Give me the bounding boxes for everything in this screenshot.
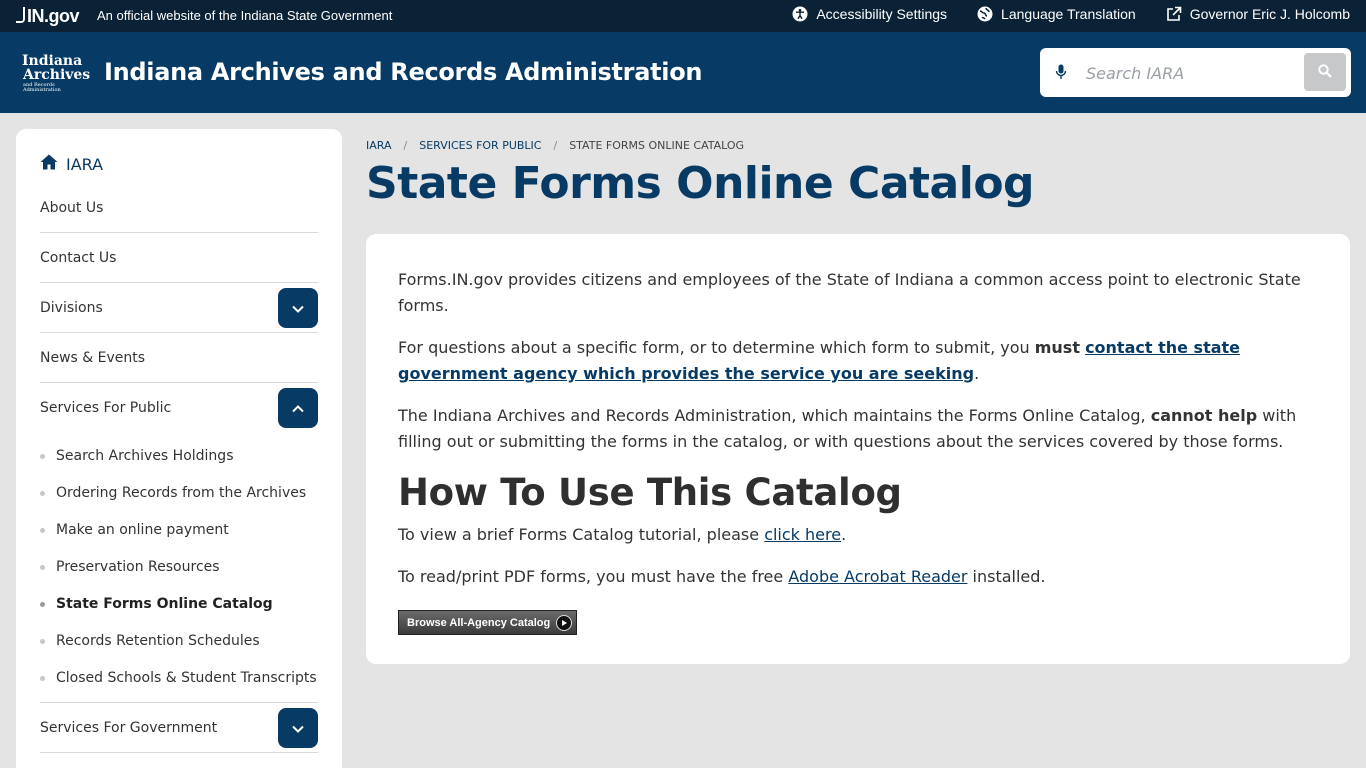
questions-paragraph: For questions about a specific form, or … <box>398 335 1318 387</box>
how-to-use-heading: How To Use This Catalog <box>398 471 902 514</box>
breadcrumb-item-services-for-public[interactable]: Services For Public <box>419 139 541 152</box>
submenu-item-preservation-resources[interactable]: Preservation Resources <box>40 548 318 585</box>
services-for-public-collapse-button[interactable] <box>278 388 318 428</box>
sidebar-item-services-for-public[interactable]: Services For Public <box>40 383 318 433</box>
questions-text: For questions about a specific form, or … <box>398 338 1035 357</box>
logo-line-1: Indiana <box>22 53 83 69</box>
sidebar-item-label: Services For Public <box>40 400 172 416</box>
disclaimer-text: The Indiana Archives and Records Adminis… <box>398 406 1151 425</box>
ingov-mark-icon <box>16 7 25 23</box>
must-emphasis: must <box>1034 338 1080 357</box>
language-translation-link[interactable]: Language Translation <box>977 6 1136 22</box>
agency-logo[interactable]: Indiana Archives and Records Administrat… <box>16 50 91 94</box>
sidebar-item-label: Divisions <box>40 299 103 316</box>
ingov-logo[interactable]: IN.gov <box>16 5 80 26</box>
governor-link[interactable]: Governor Eric J. Holcomb <box>1166 6 1350 22</box>
breadcrumb-item-current: State Forms Online Catalog <box>569 139 745 152</box>
logo-line-3: and Records Administration <box>23 82 61 93</box>
search-icon <box>1318 63 1332 81</box>
microphone-icon[interactable] <box>1055 64 1067 84</box>
sidebar-item-news-events[interactable]: News & Events <box>40 333 318 383</box>
period: . <box>841 525 847 544</box>
breadcrumb-separator: / <box>403 139 408 152</box>
sidebar-item-divisions[interactable]: Divisions <box>40 283 318 333</box>
browse-all-agency-catalog-button[interactable]: Browse All-Agency Catalog <box>398 610 578 635</box>
browse-button-label: Browse All-Agency Catalog <box>407 616 551 629</box>
services-for-public-submenu: Search Archives Holdings Ordering Record… <box>40 433 318 703</box>
divisions-expand-button[interactable] <box>278 288 318 328</box>
external-link-icon <box>1166 6 1182 22</box>
intro-paragraph: Forms.IN.gov provides citizens and emplo… <box>398 270 1301 315</box>
adobe-acrobat-reader-link[interactable]: Adobe Acrobat Reader <box>788 567 967 586</box>
play-arrow-icon <box>556 614 573 631</box>
submenu-item-closed-schools[interactable]: Closed Schools & Student Transcripts <box>40 659 318 696</box>
sidebar-item-about-us[interactable]: About Us <box>40 183 318 233</box>
breadcrumb: IARA / Services For Public / State Forms… <box>366 139 744 152</box>
submenu-item-search-archives-holdings[interactable]: Search Archives Holdings <box>40 437 318 474</box>
disclaimer-paragraph: The Indiana Archives and Records Adminis… <box>398 403 1318 455</box>
pdf-text-end: installed. <box>967 567 1046 586</box>
top-links: Accessibility Settings Language Translat… <box>792 6 1350 22</box>
accessibility-icon <box>792 6 808 22</box>
governor-label: Governor Eric J. Holcomb <box>1189 6 1350 22</box>
globe-icon <box>977 6 993 22</box>
language-translation-label: Language Translation <box>1001 6 1136 22</box>
tutorial-paragraph: To view a brief Forms Catalog tutorial, … <box>398 522 1318 548</box>
pdf-reader-paragraph: To read/print PDF forms, you must have t… <box>398 564 1318 590</box>
tutorial-text: To view a brief Forms Catalog tutorial, … <box>398 525 765 544</box>
cannot-help-emphasis: cannot help <box>1150 406 1258 425</box>
search-input[interactable] <box>1086 58 1296 88</box>
site-header: Indiana Archives and Records Administrat… <box>0 32 1366 113</box>
page-title: State Forms Online Catalog <box>366 158 1035 209</box>
sidebar-item-label: Services For Government <box>40 719 218 736</box>
chevron-up-icon <box>292 401 304 416</box>
sidebar-home-link[interactable]: IARA <box>40 154 103 174</box>
chevron-down-icon <box>292 301 304 316</box>
logo-line-2: Archives <box>23 67 91 83</box>
sidebar-item-label: Contact Us <box>40 249 117 266</box>
search-button[interactable] <box>1304 53 1346 91</box>
sidebar-item-label: News & Events <box>40 349 146 366</box>
submenu-list: Search Archives Holdings Ordering Record… <box>40 433 318 703</box>
submenu-item-state-forms-online-catalog[interactable]: State Forms Online Catalog <box>40 585 318 622</box>
official-website-text: An official website of the Indiana State… <box>97 8 393 23</box>
sidebar-item-label: About Us <box>40 199 104 216</box>
sidebar-list: About Us Contact Us Divisions News & Eve… <box>40 183 318 753</box>
breadcrumb-separator: / <box>553 139 558 152</box>
period: . <box>974 364 980 383</box>
sidebar-item-contact-us[interactable]: Contact Us <box>40 233 318 283</box>
breadcrumb-item-iara[interactable]: IARA <box>366 139 392 152</box>
submenu-item-ordering-records[interactable]: Ordering Records from the Archives <box>40 474 318 511</box>
ingov-logo-text: IN.gov <box>27 5 80 26</box>
accessibility-settings-label: Accessibility Settings <box>816 6 948 22</box>
sidebar-nav: IARA About Us Contact Us Divisions News … <box>16 129 342 768</box>
chevron-down-icon <box>292 721 304 736</box>
search-box <box>1040 48 1351 97</box>
services-for-government-expand-button[interactable] <box>278 708 318 748</box>
accessibility-settings-link[interactable]: Accessibility Settings <box>792 6 947 22</box>
site-title[interactable]: Indiana Archives and Records Administrat… <box>104 58 702 86</box>
pdf-text: To read/print PDF forms, you must have t… <box>398 567 789 586</box>
top-bar: IN.gov An official website of the Indian… <box>0 0 1366 32</box>
tutorial-click-here-link[interactable]: click here <box>764 525 841 544</box>
submenu-item-records-retention-schedules[interactable]: Records Retention Schedules <box>40 622 318 659</box>
sidebar-item-services-for-government[interactable]: Services For Government <box>40 703 318 753</box>
home-icon <box>40 154 58 174</box>
main-content: Forms.IN.gov provides citizens and emplo… <box>366 234 1350 664</box>
sidebar-home-label: IARA <box>66 154 104 174</box>
submenu-item-online-payment[interactable]: Make an online payment <box>40 511 318 548</box>
